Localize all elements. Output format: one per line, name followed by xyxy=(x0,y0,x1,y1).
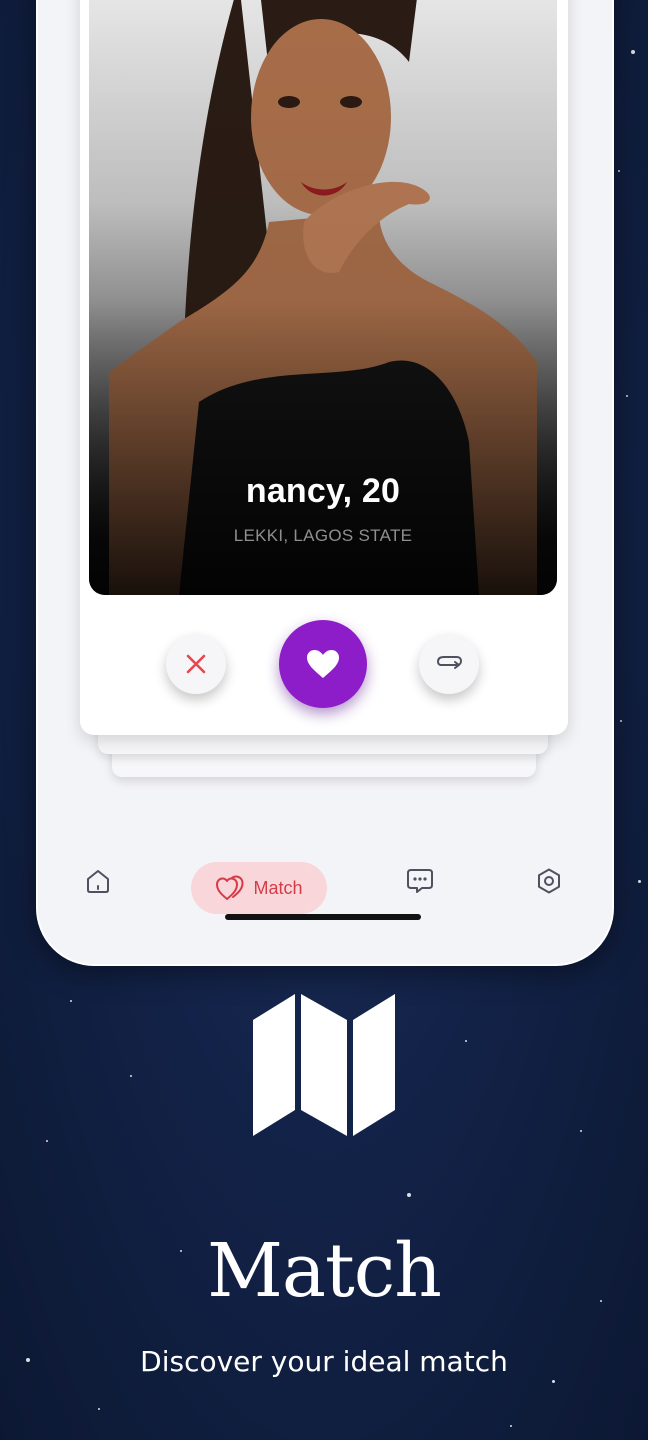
close-icon xyxy=(186,654,206,674)
nav-item-match[interactable]: Match xyxy=(191,862,327,914)
nav-item-settings[interactable] xyxy=(535,867,563,899)
profile-name-age: nancy, 20 xyxy=(245,472,401,510)
star xyxy=(626,395,628,397)
star xyxy=(98,1408,100,1410)
profile-location: LEKKI, LAGOS STATE xyxy=(233,526,413,545)
home-indicator xyxy=(225,914,421,920)
feature-title: Match xyxy=(207,1228,442,1314)
nav-item-home[interactable] xyxy=(84,867,112,899)
feature-subtitle: Discover your ideal match xyxy=(140,1345,508,1378)
phone-mockup: nancy, 20 LEKKI, LAGOS STATE Match xyxy=(36,0,614,966)
star xyxy=(631,50,635,54)
dislike-button[interactable] xyxy=(166,634,226,694)
nav-item-chat[interactable] xyxy=(405,867,435,899)
star xyxy=(46,1140,48,1142)
star xyxy=(618,170,620,172)
nav-item-match-label: Match xyxy=(253,877,303,898)
star xyxy=(510,1425,512,1427)
star xyxy=(552,1380,555,1383)
star xyxy=(130,1075,132,1077)
profile-photo: nancy, 20 LEKKI, LAGOS STATE xyxy=(89,0,557,595)
settings-icon xyxy=(538,868,560,894)
star xyxy=(620,720,622,722)
star xyxy=(70,1000,72,1002)
like-button[interactable] xyxy=(279,620,367,708)
bottom-navigation: Match xyxy=(38,852,612,922)
map-icon xyxy=(253,994,395,1136)
home-icon xyxy=(87,870,109,893)
rewind-icon xyxy=(436,656,463,669)
star xyxy=(638,880,641,883)
rewind-button[interactable] xyxy=(419,634,479,694)
star xyxy=(580,1130,582,1132)
chat-icon xyxy=(407,869,433,893)
profile-card[interactable]: nancy, 20 LEKKI, LAGOS STATE xyxy=(80,0,568,735)
heart-icon xyxy=(307,650,339,678)
star xyxy=(407,1193,411,1197)
star xyxy=(465,1040,467,1042)
double-heart-icon xyxy=(216,875,244,900)
